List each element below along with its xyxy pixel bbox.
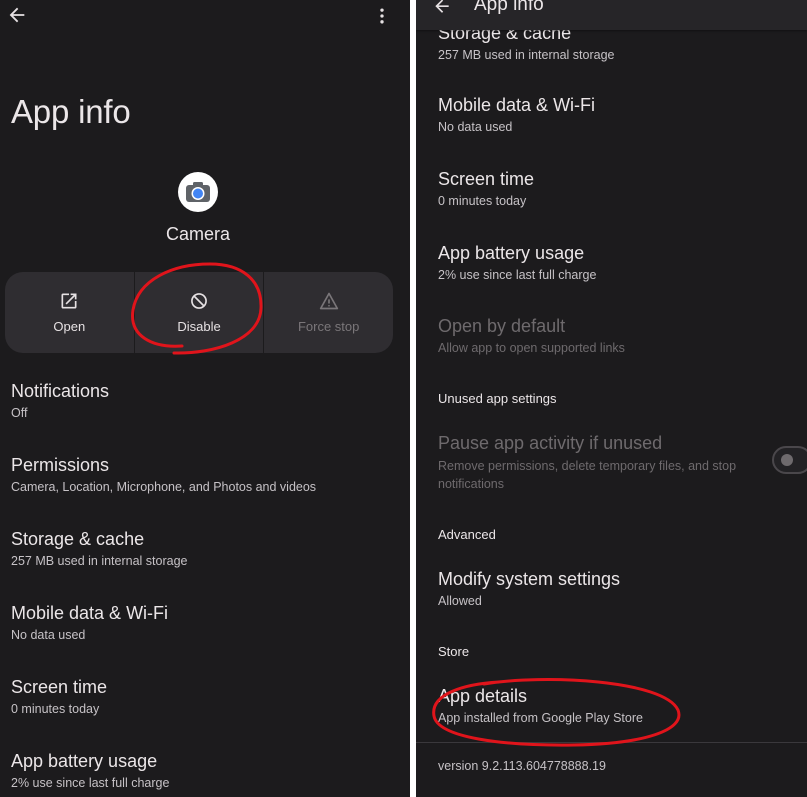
app-bar-title: App info [474, 0, 544, 15]
pause-app-activity-item: Pause app activity if unused Remove perm… [438, 432, 758, 493]
advanced-header: Advanced [438, 527, 496, 542]
item-title: Mobile data & Wi-Fi [438, 95, 596, 115]
battery-usage-item[interactable]: App battery usage 2% use since last full… [11, 750, 169, 791]
permissions-item[interactable]: Permissions Camera, Location, Microphone… [11, 454, 316, 495]
mobile-data-item[interactable]: Mobile data & Wi-Fi No data used [438, 94, 778, 135]
item-title: Pause app activity if unused [438, 433, 663, 453]
storage-cache-item[interactable]: Storage & cache 257 MB used in internal … [11, 528, 188, 569]
camera-app-icon [178, 172, 218, 212]
item-title: App battery usage [438, 243, 585, 263]
open-external-icon [61, 293, 77, 309]
screen-time-item[interactable]: Screen time 0 minutes today [438, 168, 778, 209]
item-subtitle: No data used [438, 120, 513, 134]
item-title: Screen time [11, 677, 108, 697]
item-subtitle: Allowed [438, 594, 482, 608]
item-subtitle: 2% use since last full charge [438, 268, 597, 282]
open-by-default-item: Open by default Allow app to open suppor… [438, 315, 778, 356]
warning-icon [319, 292, 338, 310]
item-title: Screen time [438, 169, 535, 189]
item-title: Open by default [438, 316, 566, 336]
item-title: Notifications [11, 381, 110, 401]
battery-usage-item[interactable]: App battery usage 2% use since last full… [438, 242, 778, 283]
open-button[interactable]: Open [5, 272, 135, 353]
notifications-item[interactable]: Notifications Off [11, 380, 109, 421]
item-title: Mobile data & Wi-Fi [11, 603, 169, 623]
action-button-group: Open Disable Force stop [5, 272, 393, 353]
open-button-label: Open [53, 319, 86, 334]
disable-button[interactable]: Disable [135, 272, 265, 353]
item-subtitle: Remove permissions, delete temporary fil… [438, 459, 737, 491]
item-subtitle: No data used [11, 628, 86, 642]
item-subtitle: 0 minutes today [11, 702, 100, 716]
app-name: Camera [165, 224, 231, 244]
toggle-knob [781, 454, 793, 466]
force-stop-button-label: Force stop [297, 319, 360, 334]
item-title: Storage & cache [11, 529, 145, 549]
item-subtitle: 257 MB used in internal storage [11, 554, 188, 568]
item-subtitle: Camera, Location, Microphone, and Photos… [11, 480, 317, 494]
more-options-icon[interactable] [372, 6, 392, 26]
version-text: version 9.2.113.604778888.19 [438, 759, 606, 773]
pause-activity-toggle[interactable] [772, 446, 807, 474]
item-subtitle: 2% use since last full charge [11, 776, 170, 790]
force-stop-button[interactable]: Force stop [264, 272, 393, 353]
page-title: App info [11, 93, 131, 130]
item-title: Permissions [11, 455, 110, 475]
item-subtitle: Allow app to open supported links [438, 341, 625, 355]
unused-app-settings-header: Unused app settings [438, 391, 557, 406]
store-header: Store [438, 644, 470, 659]
back-arrow-icon[interactable] [6, 4, 28, 26]
left-screenshot-panel: App info Camera Open Disable Force stop … [0, 0, 410, 797]
disable-icon [191, 293, 207, 309]
divider-line [416, 742, 807, 743]
item-title: App details [438, 686, 528, 706]
item-title: Modify system settings [438, 569, 621, 589]
modify-system-settings-item[interactable]: Modify system settings Allowed [438, 568, 778, 609]
app-details-item[interactable]: App details App installed from Google Pl… [438, 685, 778, 726]
item-subtitle: 0 minutes today [438, 194, 527, 208]
right-screenshot-panel: App info Storage & cache 257 MB used in … [416, 0, 807, 797]
screen-time-item[interactable]: Screen time 0 minutes today [11, 676, 107, 717]
back-arrow-icon[interactable] [432, 0, 452, 14]
app-bar: App info [416, 0, 807, 30]
mobile-data-item[interactable]: Mobile data & Wi-Fi No data used [11, 602, 168, 643]
disable-button-label: Disable [177, 319, 221, 334]
item-subtitle: Off [11, 406, 28, 420]
item-subtitle: 257 MB used in internal storage [438, 48, 615, 62]
item-title: App battery usage [11, 751, 158, 771]
item-subtitle: App installed from Google Play Store [438, 711, 643, 725]
